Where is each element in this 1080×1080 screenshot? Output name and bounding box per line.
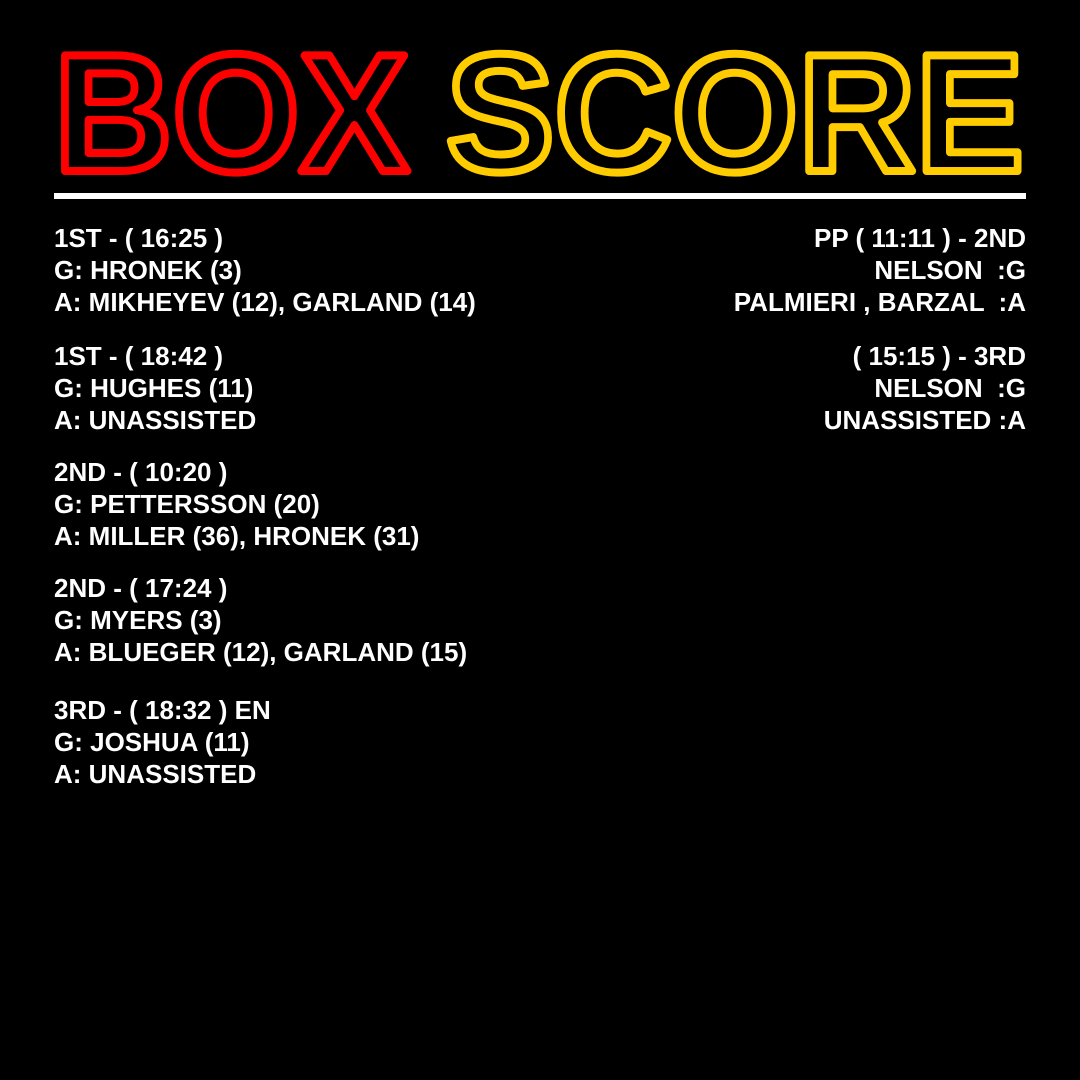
goal-scorer: G: MYERS (3)	[54, 605, 222, 635]
goal-entry: ( 15:15 ) - 3RD NELSON :G UNASSISTED :A	[466, 340, 1026, 436]
title-divider	[54, 193, 1026, 199]
goal-scorer: NELSON :G	[874, 373, 1026, 403]
goal-period-time: PP ( 11:11 ) - 2ND	[814, 223, 1026, 253]
goal-entry: 2ND - ( 17:24 ) G: MYERS (3) A: BLUEGER …	[54, 572, 674, 668]
goal-scorer: G: JOSHUA (11)	[54, 727, 250, 757]
goal-assists: PALMIERI , BARZAL :A	[733, 287, 1026, 317]
goal-entry: 3RD - ( 18:32 ) EN G: JOSHUA (11) A: UNA…	[54, 694, 674, 790]
title-word-score: SCORE	[446, 19, 1024, 190]
away-goals-column: PP ( 11:11 ) - 2ND NELSON :G PALMIERI , …	[466, 222, 1026, 456]
goal-period-time: 2ND - ( 17:24 )	[54, 573, 228, 603]
goal-entry: 2ND - ( 10:20 ) G: PETTERSSON (20) A: MI…	[54, 456, 674, 552]
goal-assists: UNASSISTED :A	[823, 405, 1026, 435]
goal-entry: PP ( 11:11 ) - 2ND NELSON :G PALMIERI , …	[466, 222, 1026, 318]
goal-scorer: NELSON :G	[874, 255, 1026, 285]
box-score-title: BOX SCORE	[50, 15, 1028, 190]
goal-scorer: G: PETTERSSON (20)	[54, 489, 320, 519]
goal-period-time: ( 15:15 ) - 3RD	[852, 341, 1026, 371]
goal-period-time: 2ND - ( 10:20 )	[54, 457, 228, 487]
goal-assists: A: BLUEGER (12), GARLAND (15)	[54, 637, 468, 667]
goal-assists: A: UNASSISTED	[54, 759, 257, 789]
goal-period-time: 3RD - ( 18:32 ) EN	[54, 695, 271, 725]
goal-assists: A: MILLER (36), HRONEK (31)	[54, 521, 420, 551]
title-word-box: BOX	[54, 19, 409, 190]
